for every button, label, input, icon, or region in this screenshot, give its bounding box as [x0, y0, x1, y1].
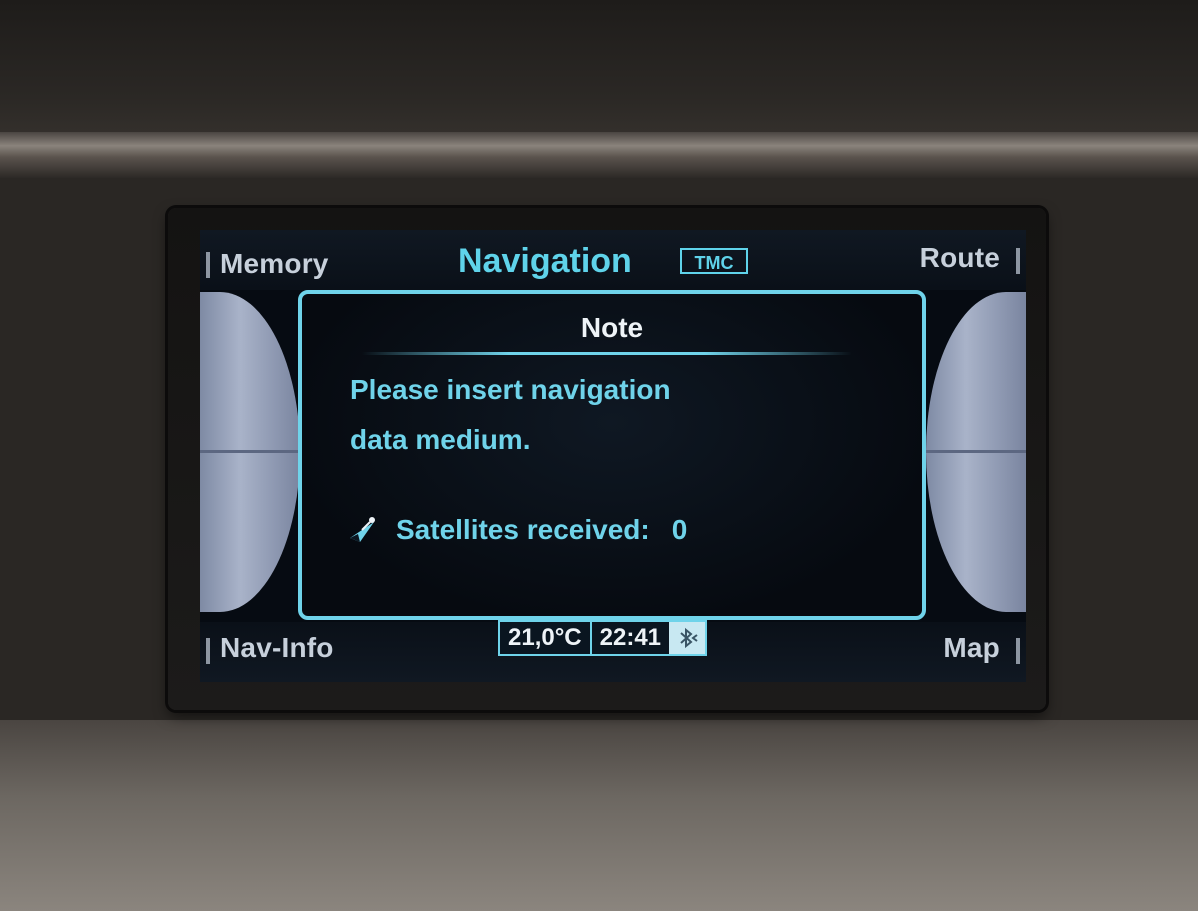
dial-divider	[926, 450, 1026, 453]
temperature-display: 21,0°C	[508, 624, 582, 651]
satellites-value: 0	[671, 514, 688, 545]
dial-divider	[200, 450, 300, 453]
memory-softkey[interactable]: Memory	[220, 248, 329, 280]
tmc-badge: TMC	[680, 248, 748, 274]
status-bar: 21,0°C 22:41	[498, 620, 708, 656]
message-line-1: Please insert navigation	[350, 374, 671, 405]
infotainment-screen: Memory Navigation TMC Route Note Please …	[200, 230, 1026, 682]
left-control-dial	[200, 292, 300, 612]
bluetooth-icon	[669, 622, 706, 654]
clock-display: 22:41	[599, 624, 662, 651]
message-line-2: data medium.	[350, 424, 531, 455]
dashboard-lower	[0, 720, 1198, 911]
nav-info-softkey[interactable]: Nav-Info	[220, 632, 334, 664]
satellites-row: Satellites received: 0	[346, 510, 687, 550]
right-control-dial	[926, 292, 1026, 612]
satellite-icon	[350, 517, 375, 542]
bluetooth-glyph	[680, 627, 698, 649]
dialog-title: Note	[580, 312, 644, 343]
softkey-marker-bottom-left	[206, 638, 210, 664]
softkey-marker-top-right	[1016, 248, 1020, 274]
map-softkey[interactable]: Map	[943, 632, 1000, 664]
note-dialog: Note Please insert navigation data mediu…	[298, 290, 926, 620]
title-divider	[362, 352, 852, 355]
dashboard-trim	[0, 132, 1198, 178]
softkey-marker-bottom-right	[1016, 638, 1020, 664]
route-softkey[interactable]: Route	[920, 242, 1000, 274]
dashboard-top	[0, 0, 1198, 140]
satellites-label: Satellites received:	[396, 514, 650, 545]
softkey-marker-top-left	[206, 252, 210, 278]
screen-title: Navigation	[458, 242, 632, 280]
